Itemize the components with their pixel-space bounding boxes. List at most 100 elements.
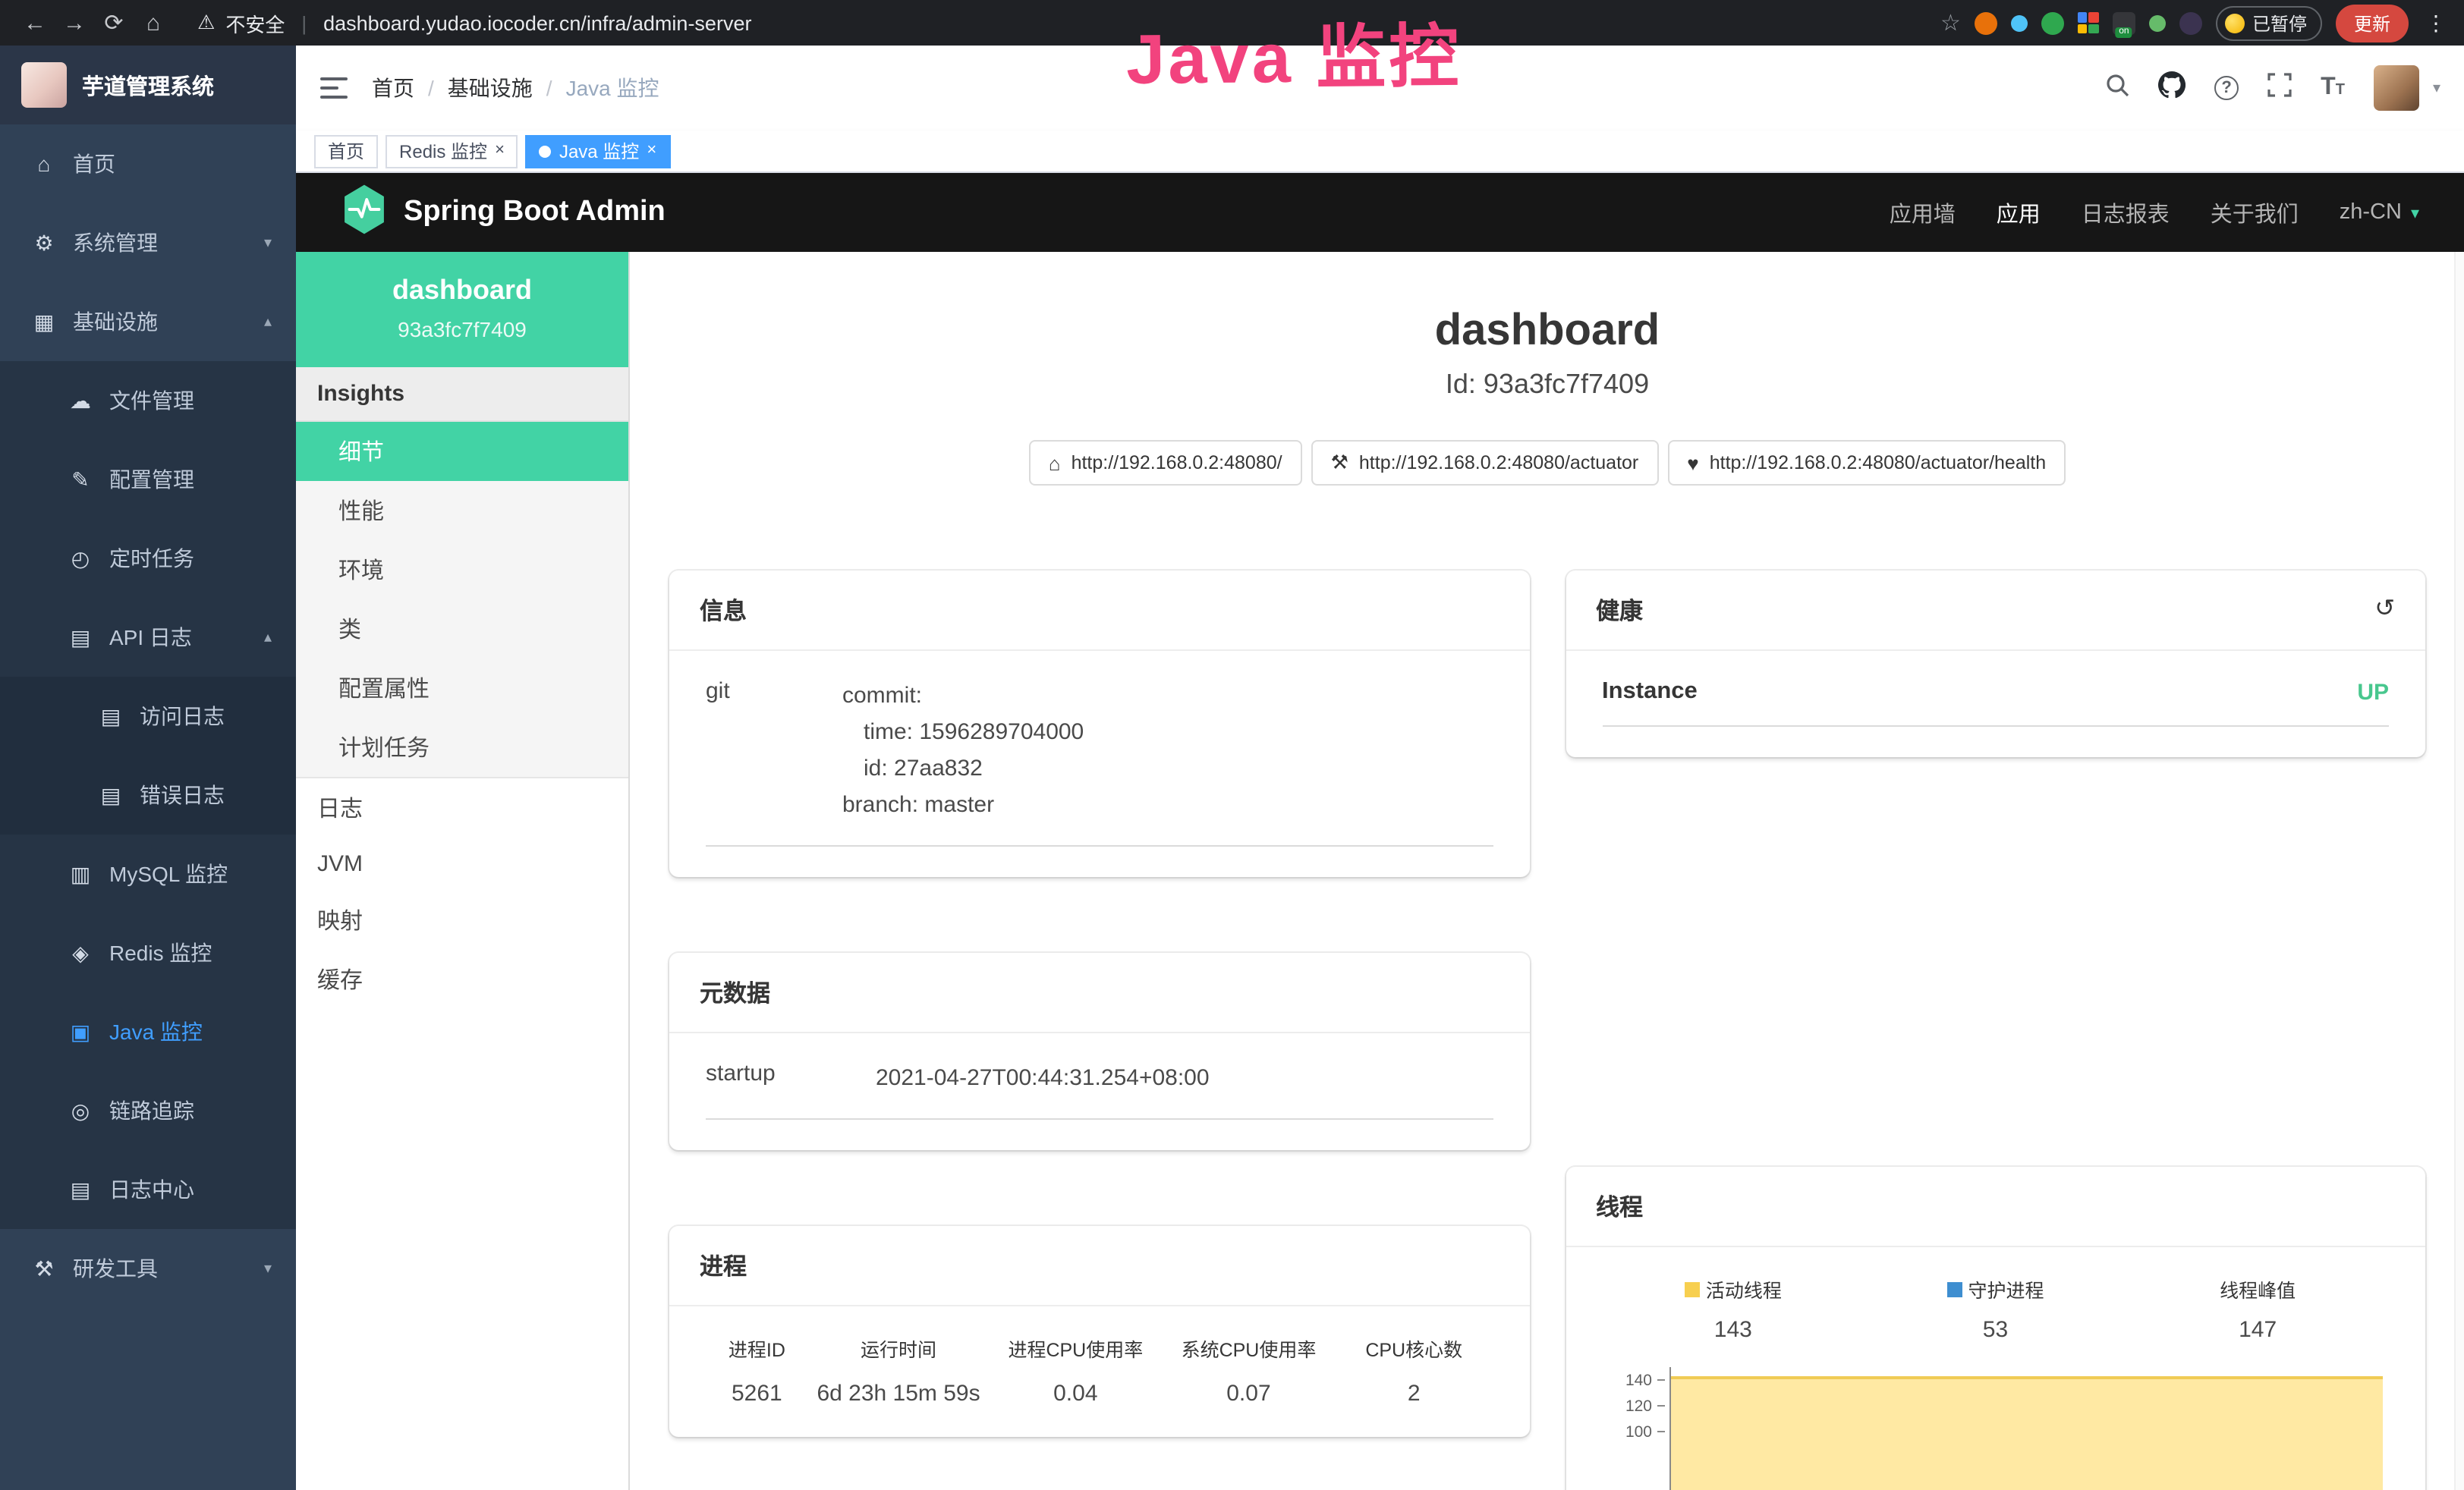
sba-sidebar: dashboard 93a3fc7f7409 Insights 细节 性能 环境… [296, 252, 630, 1490]
sidebar-item-config-management[interactable]: ✎ 配置管理 [0, 440, 296, 519]
card-process: 进程 进程ID 运行时间 进程CPU使用率 系统CPU使用率 CPU核心数 [669, 1226, 1529, 1437]
access-log-icon: ▤ [97, 703, 124, 729]
kv-key: startup [706, 1061, 876, 1097]
breadcrumb-separator: / [428, 76, 434, 100]
page-title: dashboard [669, 306, 2425, 357]
sidebar-item-error-logs[interactable]: ▤ 错误日志 [0, 756, 296, 835]
sba-menu-section-insights[interactable]: Insights [296, 367, 628, 422]
sidebar-item-api-logs[interactable]: ▤ API 日志 ▴ [0, 598, 296, 677]
scrollbar-track[interactable] [2454, 252, 2464, 1490]
sidebar-item-infrastructure[interactable]: ▦ 基础设施 ▴ [0, 282, 296, 361]
sba-menu-item-details[interactable]: 细节 [296, 422, 628, 481]
app-logo-avatar [21, 62, 67, 108]
extension-icon[interactable] [2041, 11, 2064, 34]
instance-link-health[interactable]: ♥ http://192.168.0.2:48080/actuator/heal… [1667, 440, 2066, 486]
tab-close-icon[interactable]: × [647, 143, 656, 159]
sba-menu-item-environment[interactable]: 环境 [296, 540, 628, 599]
update-button[interactable]: 更新 [2336, 4, 2409, 42]
chart-ytick: 120 [1602, 1393, 1664, 1419]
sba-menu-item-jvm[interactable]: JVM [296, 838, 628, 891]
sba-nav-about[interactable]: 关于我们 [2211, 196, 2299, 228]
locale-caret-icon: ▾ [2411, 203, 2419, 222]
chevron-up-icon: ▴ [264, 629, 272, 646]
heart-icon: ♥ [1687, 451, 1698, 474]
sidebar-item-java-monitor[interactable]: ▣ Java 监控 [0, 992, 296, 1071]
sba-menu-item-logs[interactable]: 日志 [296, 778, 628, 838]
history-icon[interactable]: ↺ [2374, 598, 2395, 622]
process-value: 5261 [706, 1381, 808, 1407]
chevron-down-icon: ▾ [264, 1260, 272, 1277]
sba-menu-item-caches[interactable]: 缓存 [296, 950, 628, 1009]
process-value: 0.04 [989, 1381, 1162, 1407]
sidebar-item-dev-tools[interactable]: ⚒ 研发工具 ▾ [0, 1229, 296, 1308]
chart-y-axis: 140 120 100 [1602, 1367, 1669, 1490]
avatar-caret-icon: ▾ [2433, 80, 2440, 96]
tab-redis-monitor[interactable]: Redis 监控 × [385, 134, 518, 168]
bookmark-star-icon[interactable]: ☆ [1940, 9, 1961, 36]
browser-menu-icon[interactable]: ⋮ [2422, 10, 2450, 36]
tab-home[interactable]: 首页 [314, 134, 378, 168]
address-url[interactable]: dashboard.yudao.iocoder.cn/infra/admin-s… [323, 11, 751, 34]
home-icon: ⌂ [1049, 451, 1061, 474]
user-avatar[interactable] [2374, 65, 2419, 111]
annotation-overlay: Java 监控 [1125, 2, 1462, 105]
legend-live-threads: 活动线程 [1602, 1275, 1865, 1303]
sidebar-item-access-logs[interactable]: ▤ 访问日志 [0, 677, 296, 756]
sba-nav-applications[interactable]: 应用 [1997, 196, 2041, 228]
health-row-instance: Instance UP [1602, 678, 2389, 727]
redis-icon: ◈ [67, 940, 94, 966]
paused-badge[interactable]: 已暂停 [2216, 5, 2322, 40]
github-icon[interactable] [2158, 71, 2186, 105]
sba-menu-item-scheduled-tasks[interactable]: 计划任务 [296, 718, 628, 777]
sidebar-item-mysql-monitor[interactable]: ▥ MySQL 监控 [0, 835, 296, 913]
process-col-header: CPU核心数 [1336, 1334, 1493, 1381]
database-icon: ▥ [67, 861, 94, 887]
help-icon[interactable]: ? [2214, 76, 2239, 100]
sba-instance-header[interactable]: dashboard 93a3fc7f7409 [296, 252, 628, 367]
instance-link-root[interactable]: ⌂ http://192.168.0.2:48080/ [1029, 440, 1302, 486]
sba-brand[interactable]: Spring Boot Admin [404, 196, 666, 229]
browser-forward-button[interactable]: → [55, 10, 94, 36]
breadcrumb: 首页 / 基础设施 / Java 监控 [372, 73, 659, 103]
sidebar-item-redis-monitor[interactable]: ◈ Redis 监控 [0, 913, 296, 992]
extension-icon[interactable] [2011, 14, 2028, 31]
sba-menu-item-mappings[interactable]: 映射 [296, 891, 628, 950]
hamburger-button[interactable] [320, 77, 348, 99]
sba-menu-item-config-props[interactable]: 配置属性 [296, 659, 628, 718]
extension-icon[interactable] [2078, 12, 2099, 33]
fullscreen-icon[interactable] [2267, 72, 2292, 104]
sba-menu-item-classes[interactable]: 类 [296, 599, 628, 659]
paused-emoji-icon [2225, 13, 2245, 33]
extension-icon[interactable] [1975, 11, 1997, 34]
sidebar-item-system-management[interactable]: ⚙ 系统管理 ▾ [0, 203, 296, 282]
sba-nav-wallboard[interactable]: 应用墙 [1890, 196, 1956, 228]
font-size-icon[interactable]: TT [2321, 76, 2345, 100]
sidebar-item-log-center[interactable]: ▤ 日志中心 [0, 1150, 296, 1229]
card-threads: 线程 活动线程 [1566, 1167, 2425, 1490]
breadcrumb-item-home[interactable]: 首页 [372, 73, 414, 103]
sidebar-item-scheduled-jobs[interactable]: ◴ 定时任务 [0, 519, 296, 598]
browser-refresh-button[interactable]: ⟳ [94, 9, 134, 36]
sba-locale-select[interactable]: zh-CN ▾ [2340, 200, 2419, 225]
tab-close-icon[interactable]: × [495, 143, 505, 159]
browser-back-button[interactable]: ← [15, 10, 55, 36]
breadcrumb-item-section[interactable]: 基础设施 [448, 73, 533, 103]
card-health: 健康 ↺ Instance UP [1566, 571, 2425, 757]
sidebar-item-tracing[interactable]: ◎ 链路追踪 [0, 1071, 296, 1150]
sba-menu-item-metrics[interactable]: 性能 [296, 481, 628, 540]
extension-icon[interactable] [2179, 11, 2202, 34]
extension-icon[interactable] [2149, 14, 2166, 31]
browser-home-button[interactable]: ⌂ [134, 10, 173, 36]
instance-link-actuator[interactable]: ⚒ http://192.168.0.2:48080/actuator [1311, 440, 1659, 486]
sidebar-item-file-management[interactable]: ☁ 文件管理 [0, 361, 296, 440]
extension-icon[interactable]: on [2113, 11, 2135, 34]
tab-java-monitor[interactable]: Java 监控 × [526, 134, 670, 168]
search-icon[interactable] [2105, 72, 2129, 104]
breadcrumb-separator: / [546, 76, 552, 100]
sba-logo-icon[interactable] [341, 183, 387, 242]
address-bar[interactable]: ⚠ 不安全 | dashboard.yudao.iocoder.cn/infra… [197, 8, 751, 37]
sidebar-item-home[interactable]: ⌂ 首页 [0, 124, 296, 203]
sba-nav-journal[interactable]: 日志报表 [2082, 196, 2170, 228]
chevron-down-icon: ▾ [264, 234, 272, 251]
process-col-header: 系统CPU使用率 [1162, 1334, 1335, 1381]
